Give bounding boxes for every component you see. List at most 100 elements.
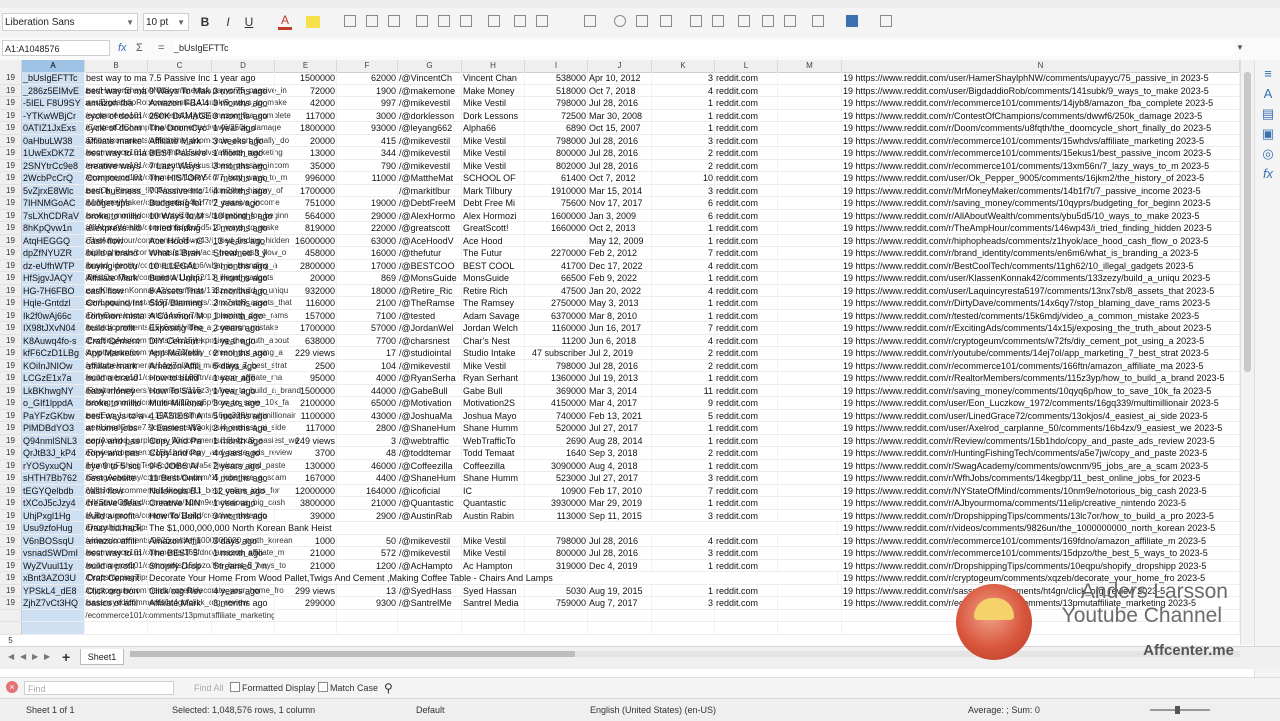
table-cell[interactable]: Aug 19, 2015 <box>588 584 652 597</box>
scroll-thumb[interactable] <box>1244 72 1251 372</box>
table-cell[interactable]: reddit.com <box>715 184 778 197</box>
row-header[interactable]: 19 https://www.reddit.com/r/HuntingFishi… <box>0 447 285 495</box>
percent-icon[interactable] <box>614 15 626 27</box>
table-cell[interactable]: 2SNYtrCc9e8 <box>22 159 85 172</box>
table-cell[interactable] <box>778 409 842 422</box>
table-cell[interactable]: I tried finding <box>148 222 212 235</box>
table-cell[interactable]: 19 https://www.reddit.com/r/brand_identi… <box>842 247 1240 260</box>
table-cell[interactable]: 19 https://www.reddit.com/r/saving_money… <box>842 384 1240 397</box>
column-header[interactable]: M <box>778 60 842 72</box>
table-cell[interactable]: 19 https://www.reddit.com/r/Dropshipping… <box>842 509 1240 522</box>
borders-icon[interactable] <box>784 15 796 27</box>
table-cell[interactable]: best ways to a <box>85 409 148 422</box>
column-header[interactable]: C <box>148 60 212 72</box>
row-header[interactable]: 19 https://www.reddit.com/r/Dropshipping… <box>0 509 291 557</box>
table-cell[interactable] <box>778 597 842 610</box>
align-left-icon[interactable] <box>344 15 356 27</box>
table-cell[interactable]: 3 months ago <box>212 109 275 122</box>
table-cell[interactable]: best way to make <box>85 72 148 85</box>
table-cell[interactable]: amazon fba <box>85 97 148 110</box>
table-cell[interactable]: /@AustinRab <box>398 509 462 522</box>
table-cell[interactable] <box>778 72 842 85</box>
table-cell[interactable]: 72500 <box>525 109 588 122</box>
find-input[interactable]: Find <box>24 681 174 695</box>
table-cell[interactable]: 9-5 JOBS AI <box>148 459 212 472</box>
table-cell[interactable]: 1200 <box>337 559 398 572</box>
table-cell[interactable]: BEST Passive <box>148 147 212 160</box>
table-cell[interactable]: 4 <box>652 534 715 547</box>
table-cell[interactable]: 35000 <box>275 159 337 172</box>
table-cell[interactable]: WyZVuul11y <box>22 559 85 572</box>
table-cell[interactable]: 759000 <box>525 597 588 610</box>
table-cell[interactable] <box>212 622 275 635</box>
table-cell[interactable]: 19 https://www.reddit.com/user/Laquincyr… <box>842 284 1240 297</box>
table-cell[interactable]: 10 Ways to M <box>148 209 212 222</box>
table-cell[interactable]: 1900 <box>337 84 398 97</box>
border-style-icon[interactable] <box>812 15 824 27</box>
table-cell[interactable]: 13 years ago <box>212 234 275 247</box>
table-cell[interactable]: 1 <box>652 309 715 322</box>
table-cell[interactable]: 3090000 <box>525 459 588 472</box>
table-cell[interactable]: Austin Rabin <box>462 509 525 522</box>
table-cell[interactable]: 3930000 <box>525 497 588 510</box>
table-cell[interactable]: SCHOOL OF <box>462 172 525 185</box>
table-cell[interactable]: Ik2f0wAj66c <box>22 309 85 322</box>
table-cell[interactable]: K8Auwq4fo-s <box>22 334 85 347</box>
table-cell[interactable] <box>148 622 212 635</box>
row-header[interactable]: 19 https://www.reddit.com/r/MrMoneyMaker… <box>0 184 280 232</box>
table-cell[interactable]: best way to make <box>85 147 148 160</box>
table-cell[interactable]: 3 <box>652 184 715 197</box>
table-cell[interactable]: 4 EASIEST A <box>148 409 212 422</box>
table-cell[interactable]: build a brand <box>85 372 148 385</box>
table-cell[interactable]: 740000 <box>525 409 588 422</box>
function-wizard-button[interactable]: fx <box>118 40 127 56</box>
table-cell[interactable]: 157000 <box>275 309 337 322</box>
table-cell[interactable]: 6 <box>652 197 715 210</box>
table-cell[interactable]: 17000 <box>337 259 398 272</box>
table-cell[interactable]: 229 views <box>275 347 337 360</box>
vertical-scrollbar[interactable] <box>1240 60 1255 645</box>
table-cell[interactable]: 3 <box>652 134 715 147</box>
table-cell[interactable]: V6nBOSsqU <box>22 534 85 547</box>
table-cell[interactable]: -5IEL F8U9SY <box>22 97 85 110</box>
table-cell[interactable]: BEST COOL <box>462 259 525 272</box>
table-cell[interactable]: 164000 <box>337 484 398 497</box>
table-cell[interactable]: 997 <box>337 97 398 110</box>
table-cell[interactable]: The $1,000,000,000 North Korean Bank Hei… <box>148 522 838 535</box>
table-cell[interactable]: 7 months ago <box>212 172 275 185</box>
table-cell[interactable]: 20000 <box>275 272 337 285</box>
table-cell[interactable] <box>337 609 398 622</box>
table-cell[interactable]: 5030 <box>525 584 588 597</box>
table-cell[interactable]: 3 days ago <box>212 534 275 547</box>
table-cell[interactable]: 10 ILLEGAL <box>148 259 212 272</box>
indent-increase-icon[interactable] <box>712 15 724 27</box>
column-header[interactable]: D <box>212 60 275 72</box>
table-cell[interactable]: buying procu <box>85 259 148 272</box>
table-cell[interactable] <box>778 434 842 447</box>
table-cell[interactable] <box>778 122 842 135</box>
table-cell[interactable] <box>778 322 842 335</box>
column-header[interactable]: F <box>337 60 398 72</box>
table-cell[interactable]: 43000 <box>337 409 398 422</box>
row-header[interactable]: 19 https://www.reddit.com/r/Dropshipping… <box>0 559 285 607</box>
table-cell[interactable]: crazy bd hack <box>85 522 148 535</box>
table-cell[interactable] <box>778 109 842 122</box>
table-cell[interactable]: Jun 16, 2017 <box>588 322 652 335</box>
row-header[interactable]: 19 https://www.reddit.com/r/ecommerce101… <box>0 597 276 644</box>
table-cell[interactable]: Todd Temaat <box>462 447 525 460</box>
table-cell[interactable]: 3 weeks ago <box>212 134 275 147</box>
table-cell[interactable]: 19 https://www.reddit.com/r/SwagAcademy/… <box>842 459 1240 472</box>
table-cell[interactable]: 2 years ago <box>212 197 275 210</box>
table-cell[interactable]: 19 https://www.reddit.com/r/saving_money… <box>842 197 1240 210</box>
table-cell[interactable] <box>588 609 652 622</box>
table-cell[interactable]: reddit.com <box>715 159 778 172</box>
table-cell[interactable]: /@greatscott <box>398 222 462 235</box>
table-cell[interactable]: 3700 <box>275 447 337 460</box>
table-cell[interactable]: 2 <box>652 347 715 360</box>
table-cell[interactable]: 9300 <box>337 597 398 610</box>
table-cell[interactable]: Dork Lessons <box>462 109 525 122</box>
table-cell[interactable]: 299000 <box>275 597 337 610</box>
table-cell[interactable]: /@VincentCh <box>398 72 462 85</box>
table-cell[interactable]: affiliate mark <box>85 359 148 372</box>
table-cell[interactable] <box>778 422 842 435</box>
